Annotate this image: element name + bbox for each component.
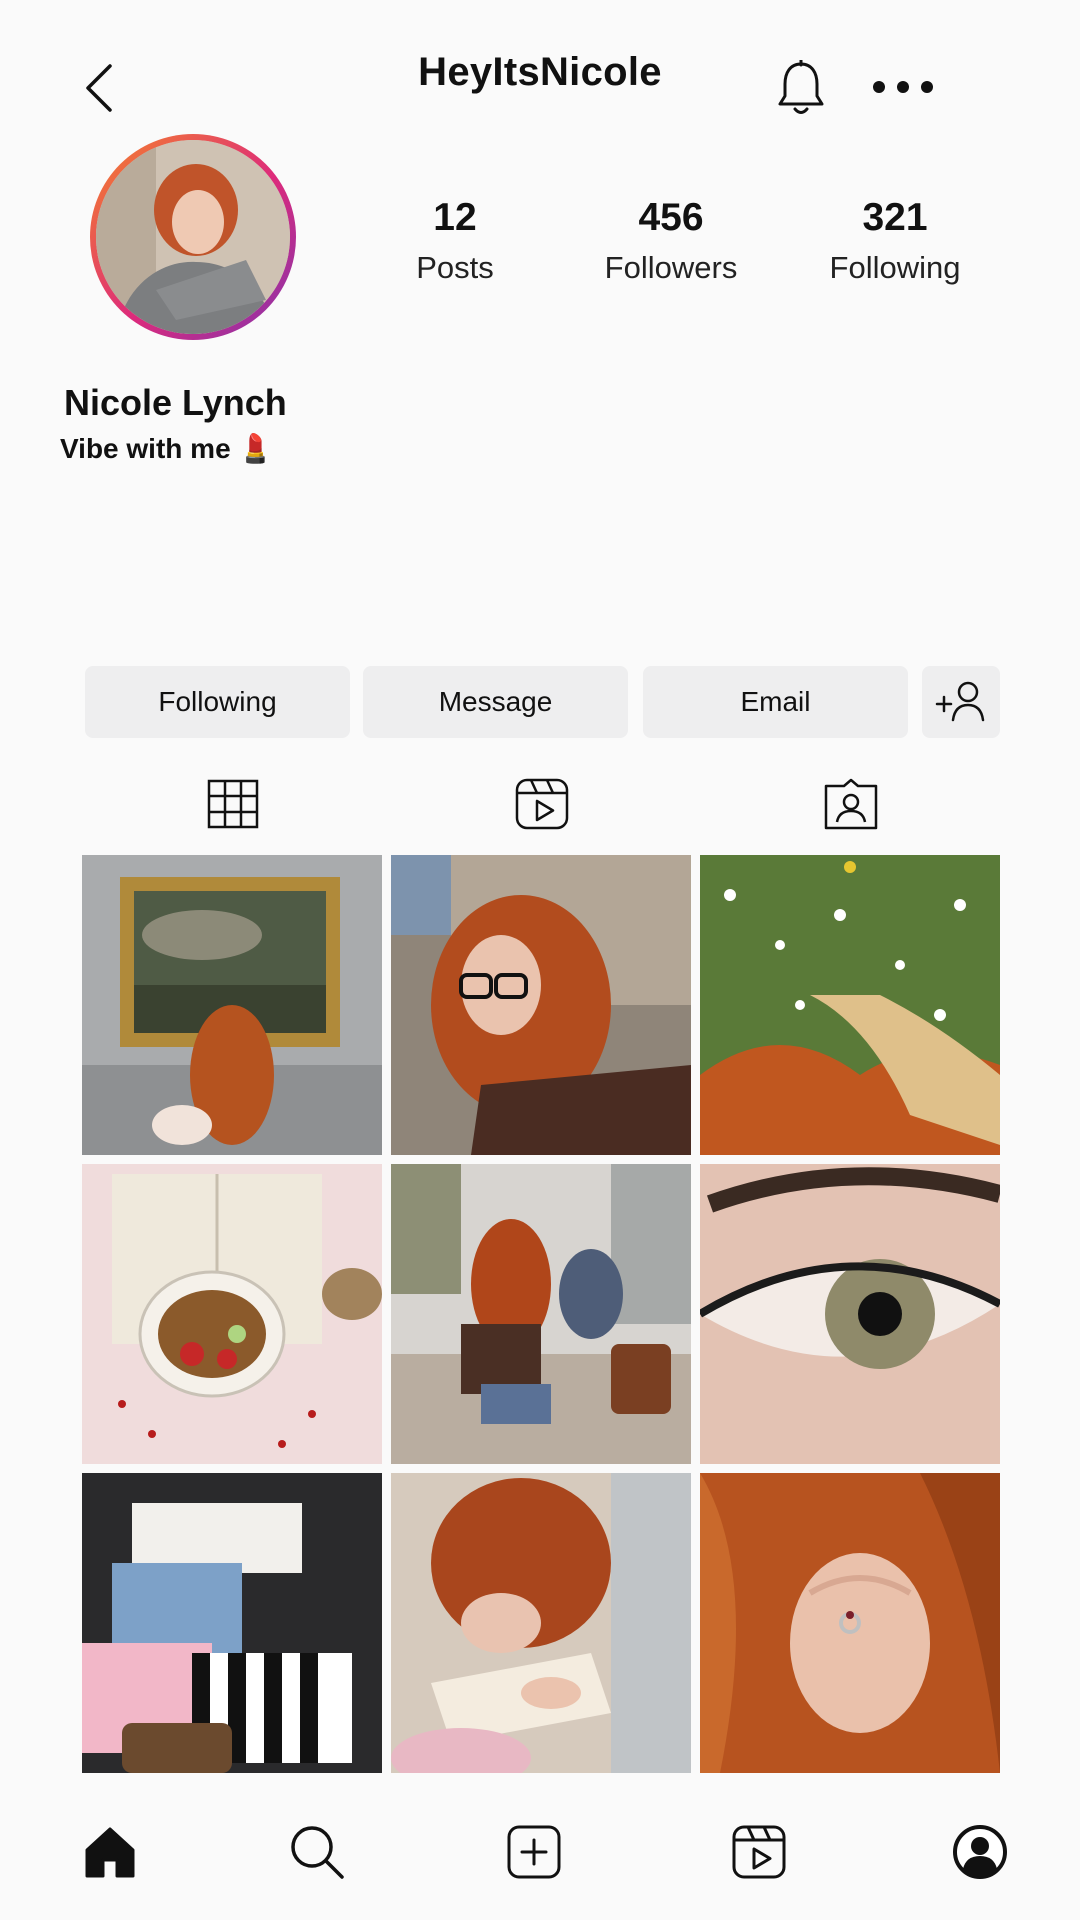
stat-posts[interactable]: 12 Posts <box>355 196 555 286</box>
notifications-button[interactable] <box>776 58 826 118</box>
suggest-people-button[interactable] <box>922 666 1000 738</box>
post-tile[interactable] <box>391 855 691 1155</box>
more-options-button[interactable] <box>870 70 936 104</box>
search-icon <box>291 1826 344 1879</box>
create-icon <box>507 1825 561 1879</box>
reels-icon <box>732 1825 786 1879</box>
post-image-woman-writing <box>391 1473 691 1773</box>
post-image-close-up-eye <box>700 1164 1000 1464</box>
stat-followers[interactable]: 456 Followers <box>571 196 771 286</box>
more-dots-icon <box>873 81 933 93</box>
post-image-hand-with-ring <box>700 1473 1000 1773</box>
followers-count: 456 <box>638 196 704 239</box>
post-tile[interactable] <box>700 1473 1000 1773</box>
post-image-shopping-bags <box>82 1473 382 1773</box>
post-tile[interactable] <box>391 1473 691 1773</box>
post-image-woman-in-cafe <box>391 1164 691 1464</box>
post-tile[interactable] <box>82 1164 382 1464</box>
profile-bio: Vibe with me 💄 <box>60 433 274 464</box>
nav-home[interactable] <box>80 1822 140 1882</box>
profile-full-name: Nicole Lynch <box>64 382 287 423</box>
bell-icon <box>778 58 824 114</box>
tab-posts-grid[interactable] <box>199 774 267 834</box>
post-tile[interactable] <box>700 1164 1000 1464</box>
followers-label: Followers <box>604 250 738 285</box>
post-image-woman-with-glasses <box>391 855 691 1155</box>
grid-icon <box>207 779 259 829</box>
post-image-daisies-and-hair <box>700 855 1000 1155</box>
add-person-icon <box>935 681 985 722</box>
stat-following[interactable]: 321 Following <box>795 196 995 286</box>
tab-reels[interactable] <box>508 774 576 834</box>
nav-search[interactable] <box>287 1822 347 1882</box>
email-button[interactable]: Email <box>643 666 908 738</box>
following-button[interactable]: Following <box>85 666 350 738</box>
nav-reels[interactable] <box>729 1822 789 1882</box>
profile-icon <box>953 1825 1007 1879</box>
following-label: Following <box>829 250 961 285</box>
home-icon <box>85 1827 135 1878</box>
nav-profile[interactable] <box>950 1822 1010 1882</box>
following-count: 321 <box>862 196 928 239</box>
message-button[interactable]: Message <box>363 666 628 738</box>
post-tile[interactable] <box>700 855 1000 1155</box>
post-tile[interactable] <box>82 1473 382 1773</box>
profile-avatar[interactable] <box>96 140 290 334</box>
post-image-woman-viewing-painting <box>82 855 382 1155</box>
reels-icon <box>515 778 569 830</box>
post-image-book-and-fruit-bowl <box>82 1164 382 1464</box>
post-tile[interactable] <box>82 855 382 1155</box>
posts-count: 12 <box>433 196 477 239</box>
post-tile[interactable] <box>391 1164 691 1464</box>
posts-label: Posts <box>416 250 494 285</box>
posts-grid <box>82 855 1000 1773</box>
tab-tagged[interactable] <box>817 774 885 834</box>
nav-create[interactable] <box>504 1822 564 1882</box>
avatar-photo <box>96 140 290 334</box>
tagged-icon <box>824 778 878 830</box>
